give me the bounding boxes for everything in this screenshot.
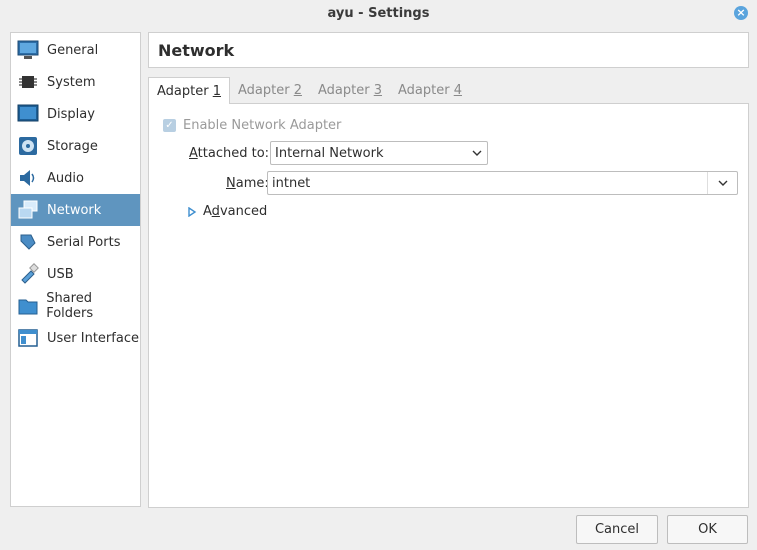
window-icon — [15, 326, 41, 350]
chevron-down-icon — [467, 142, 487, 164]
sidebar-item-system[interactable]: System — [11, 66, 140, 98]
folder-icon — [15, 294, 40, 318]
adapter-panel: ✓ Enable Network Adapter Attached to: In… — [148, 103, 749, 508]
speaker-icon — [15, 166, 41, 190]
settings-sidebar: General System Display Storage Audio Net… — [10, 32, 141, 507]
close-icon[interactable]: × — [734, 6, 748, 20]
name-combobox[interactable]: intnet — [267, 171, 738, 195]
display-icon — [15, 102, 41, 126]
chip-icon — [15, 70, 41, 94]
ok-button[interactable]: OK — [667, 515, 748, 544]
enable-adapter-checkbox[interactable]: ✓ — [163, 119, 176, 132]
advanced-expander[interactable]: Advanced — [187, 204, 267, 219]
tab-adapter-3[interactable]: Adapter 3 — [310, 77, 390, 103]
sidebar-item-display[interactable]: Display — [11, 98, 140, 130]
name-label: Name: — [226, 176, 269, 191]
tab-adapter-1[interactable]: Adapter 1 — [148, 77, 230, 104]
sidebar-item-audio[interactable]: Audio — [11, 162, 140, 194]
cancel-button[interactable]: Cancel — [576, 515, 658, 544]
sidebar-item-user-interface[interactable]: User Interface — [11, 322, 140, 354]
page-title: Network — [158, 40, 235, 60]
adapter-tabs: Adapter 1 Adapter 2 Adapter 3 Adapter 4 — [148, 77, 470, 104]
title-bar: ayu - Settings × — [0, 0, 757, 26]
tab-adapter-2[interactable]: Adapter 2 — [230, 77, 310, 103]
chevron-down-icon[interactable] — [707, 172, 737, 194]
enable-adapter-row: ✓ Enable Network Adapter — [163, 118, 341, 133]
sidebar-item-shared-folders[interactable]: Shared Folders — [11, 290, 140, 322]
network-icon — [15, 198, 41, 222]
enable-adapter-label: Enable Network Adapter — [183, 118, 342, 133]
page-header: Network — [148, 32, 749, 68]
sidebar-item-storage[interactable]: Storage — [11, 130, 140, 162]
sidebar-item-usb[interactable]: USB — [11, 258, 140, 290]
expand-triangle-icon — [188, 206, 197, 217]
sidebar-item-serial-ports[interactable]: Serial Ports — [11, 226, 140, 258]
disc-icon — [15, 134, 41, 158]
attached-to-label: Attached to: — [189, 146, 270, 161]
sidebar-item-network[interactable]: Network — [11, 194, 140, 226]
tab-adapter-4[interactable]: Adapter 4 — [390, 77, 470, 103]
attached-to-select[interactable]: Internal Network — [270, 141, 488, 165]
usb-icon — [15, 262, 41, 286]
serial-port-icon — [15, 230, 41, 254]
window-title: ayu - Settings — [327, 5, 430, 21]
monitor-general-icon — [15, 38, 41, 62]
sidebar-item-general[interactable]: General — [11, 34, 140, 66]
